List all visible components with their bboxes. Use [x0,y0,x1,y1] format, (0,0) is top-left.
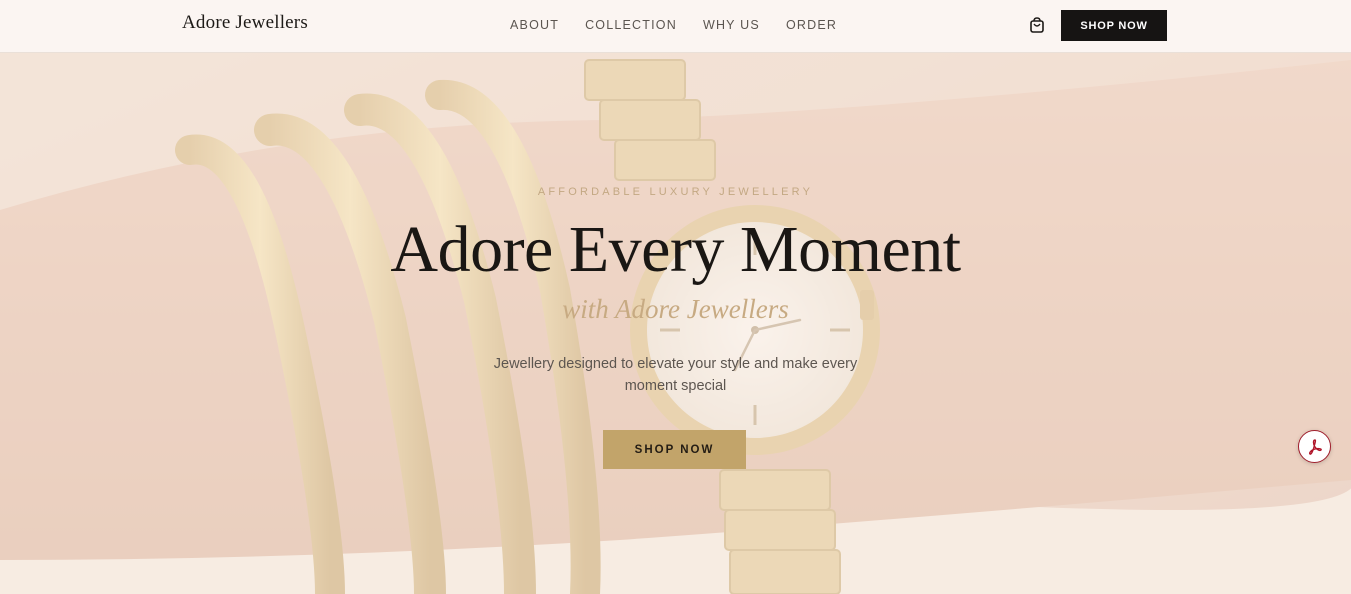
nav-links: ABOUT COLLECTION WHY US ORDER [510,18,863,32]
hero-description: Jewellery designed to elevate your style… [493,356,858,394]
nav-link-why-us[interactable]: WHY US [703,18,760,32]
nav-shop-now-button[interactable]: SHOP NOW [1061,10,1167,41]
hero-subheadline: with Adore Jewellers [562,294,789,324]
hero-eyebrow: AFFORDABLE LUXURY JEWELLERY [537,186,814,198]
brand-logo-text[interactable]: Adore Jewellers [182,12,308,34]
hero-shop-now-button[interactable]: SHOP NOW [603,430,746,469]
shopping-bag-icon[interactable] [1027,15,1047,35]
top-navigation-bar: Adore Jewellers ABOUT COLLECTION WHY US … [0,0,1351,53]
acrobat-pdf-icon[interactable] [1298,430,1331,463]
nav-link-order[interactable]: ORDER [786,18,837,32]
hero-headline: Adore Every Moment [390,213,961,286]
nav-link-collection[interactable]: COLLECTION [585,18,677,32]
page: Adore Jewellers ABOUT COLLECTION WHY US … [0,0,1351,594]
nav-link-about[interactable]: ABOUT [510,18,559,32]
